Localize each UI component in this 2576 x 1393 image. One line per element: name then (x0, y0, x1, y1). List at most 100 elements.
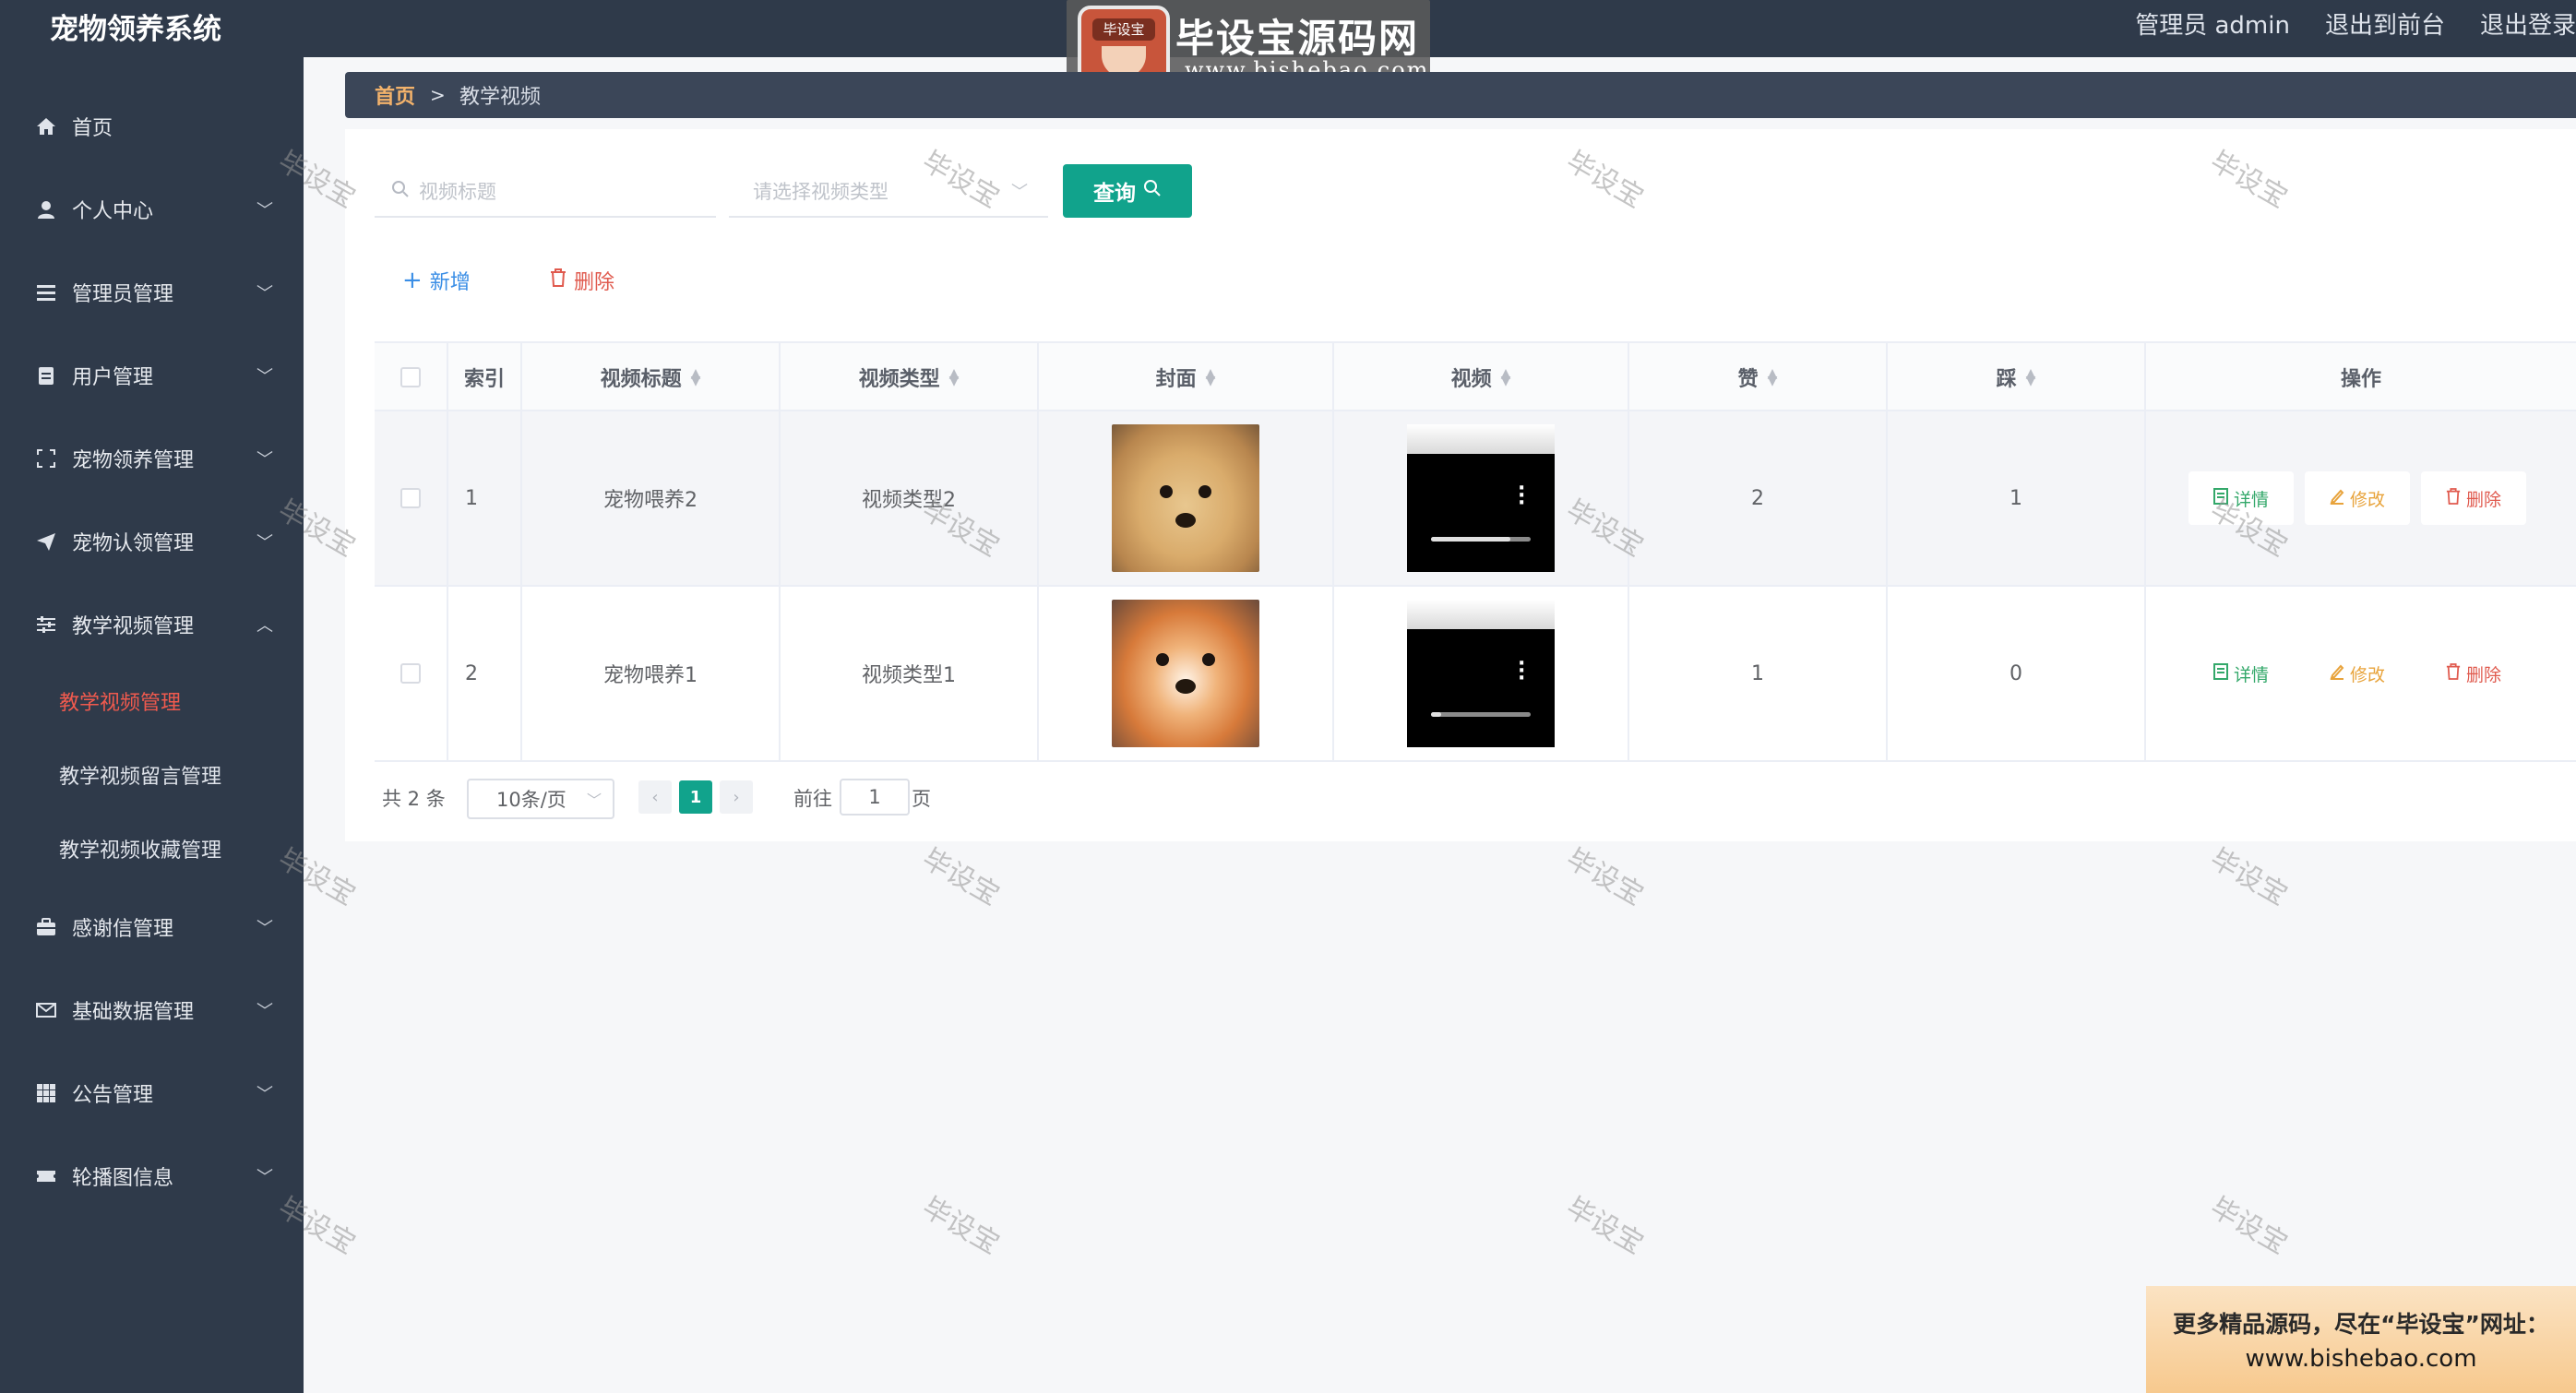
sidebar-subitem-label: 教学视频管理 (59, 692, 182, 715)
video-player[interactable]: · · · (1407, 424, 1555, 572)
more-options-icon[interactable]: · · · (1518, 654, 1525, 689)
detail-button[interactable]: 详情 (2188, 647, 2294, 700)
edit-button[interactable]: 修改 (2305, 647, 2410, 700)
chevron-up-icon: ︿ (256, 616, 273, 636)
breadcrumb: 首页 > 教学视频 (345, 72, 2576, 118)
video-cell: · · · (1334, 411, 1629, 585)
header-operations: 操作 (2340, 368, 2381, 391)
more-options-icon[interactable]: · · · (1518, 479, 1525, 514)
sidebar-item-admins[interactable]: 管理员管理 ﹀ (0, 265, 304, 320)
title-cell: 宠物喂养1 (522, 587, 781, 760)
video-progress-fill (1431, 712, 1441, 717)
mail-icon (35, 999, 57, 1021)
cover-image[interactable] (1112, 600, 1259, 747)
prev-page-button[interactable]: ‹ (638, 780, 672, 814)
breadcrumb-separator: > (430, 84, 446, 106)
sidebar-item-label: 公告管理 (72, 1084, 154, 1107)
sidebar-item-profile[interactable]: 个人中心 ﹀ (0, 182, 304, 237)
sort-icon: ▲ ▼ (1205, 366, 1216, 388)
eye-shape (1156, 653, 1169, 666)
sidebar-item-label: 首页 (72, 117, 113, 140)
sidebar-subitem-videos[interactable]: 教学视频管理 (0, 675, 304, 727)
goto-page-input[interactable] (840, 779, 910, 816)
header-cover[interactable]: 封面 ▲ ▼ (1039, 343, 1334, 411)
page-number-button[interactable]: 1 (679, 780, 712, 814)
sidebar-subitem-video-comments[interactable]: 教学视频留言管理 (0, 749, 304, 801)
sidebar-item-label: 教学视频管理 (72, 615, 195, 638)
batch-delete-button[interactable]: 删除 (550, 262, 614, 299)
table-row: 1 宠物喂养2 视频类型2 · · · 2 1 详情 修改 删除 (375, 411, 2576, 587)
sidebar-item-home[interactable]: 首页 (0, 99, 304, 154)
sidebar: 首页 个人中心 ﹀ 管理员管理 ﹀ 用户管理 ﹀ 宠物领养管理 ﹀ 宠物认领管理… (0, 57, 304, 1393)
row-checkbox[interactable] (400, 488, 421, 508)
plus-icon: + (402, 267, 423, 294)
add-button[interactable]: + 新增 (402, 262, 471, 299)
video-cell: · · · (1334, 587, 1629, 760)
breadcrumb-home-link[interactable]: 首页 (375, 80, 415, 110)
sidebar-subitem-label: 教学视频收藏管理 (59, 839, 222, 863)
sidebar-item-label: 管理员管理 (72, 283, 174, 306)
watermark-text: 毕设宝 (916, 842, 1005, 912)
chevron-down-icon: ﹀ (587, 792, 602, 809)
breadcrumb-current: 教学视频 (459, 86, 542, 109)
detail-button[interactable]: 详情 (2188, 471, 2294, 525)
eye-shape (1202, 653, 1215, 666)
video-player[interactable]: · · · (1407, 600, 1555, 747)
sidebar-item-base-data[interactable]: 基础数据管理 ﹀ (0, 982, 304, 1038)
delete-button[interactable]: 删除 (2421, 647, 2526, 700)
sidebar-subitem-video-favorites[interactable]: 教学视频收藏管理 (0, 823, 304, 875)
watermark-text: 毕设宝 (2204, 842, 2293, 912)
page-size-select[interactable]: 10条/页 ﹀ (467, 779, 614, 819)
trash-icon (2446, 487, 2461, 509)
chevron-down-icon: ﹀ (256, 533, 273, 553)
edit-button[interactable]: 修改 (2305, 471, 2410, 525)
row-checkbox[interactable] (400, 663, 421, 684)
to-frontend-link[interactable]: 退出到前台 (2325, 6, 2445, 41)
chevron-down-icon: ﹀ (1011, 183, 1028, 202)
sidebar-item-videos[interactable]: 教学视频管理 ︿ (0, 597, 304, 652)
sort-icon: ▲ ▼ (2025, 366, 2036, 388)
sidebar-item-adoption[interactable]: 宠物领养管理 ﹀ (0, 431, 304, 486)
header-title[interactable]: 视频标题 ▲ ▼ (522, 343, 781, 411)
index-cell: 1 (448, 411, 522, 585)
header-video[interactable]: 视频 ▲ ▼ (1334, 343, 1629, 411)
sidebar-item-claim[interactable]: 宠物认领管理 ﹀ (0, 514, 304, 569)
operations-cell: 详情 修改 删除 (2146, 411, 2576, 585)
title-search-input[interactable] (419, 175, 696, 208)
eye-shape (1160, 485, 1173, 498)
sidebar-item-users[interactable]: 用户管理 ﹀ (0, 348, 304, 403)
sidebar-item-thanks-letters[interactable]: 感谢信管理 ﹀ (0, 899, 304, 955)
search-icon (1143, 179, 1162, 203)
nose-shape (1175, 679, 1196, 694)
goto-label: 前往 (793, 788, 832, 810)
video-progress-track[interactable] (1431, 712, 1531, 717)
sidebar-item-carousel[interactable]: 轮播图信息 ﹀ (0, 1149, 304, 1204)
cover-image[interactable] (1112, 424, 1259, 572)
delete-button[interactable]: 删除 (2421, 471, 2526, 525)
pencil-icon (2330, 663, 2344, 685)
dislikes-cell: 1 (1888, 411, 2146, 585)
header-type[interactable]: 视频类型 ▲ ▼ (781, 343, 1039, 411)
logo-emblem-text: 毕设宝 (1092, 18, 1155, 41)
video-type-select[interactable]: 请选择视频类型 ﹀ (729, 166, 1048, 218)
next-page-button[interactable]: › (720, 780, 753, 814)
watermark-text: 毕设宝 (916, 1191, 1005, 1261)
select-all-checkbox[interactable] (400, 367, 421, 387)
eye-shape (1199, 485, 1211, 498)
cover-cell (1039, 587, 1334, 760)
sliders-icon (35, 613, 57, 636)
sidebar-item-notices[interactable]: 公告管理 ﹀ (0, 1066, 304, 1121)
sidebar-item-label: 基础数据管理 (72, 1001, 195, 1024)
header-likes[interactable]: 赞 ▲ ▼ (1629, 343, 1888, 411)
operations-cell: 详情 修改 删除 (2146, 587, 2576, 760)
query-button[interactable]: 查询 (1063, 164, 1192, 218)
header-dislikes[interactable]: 踩 ▲ ▼ (1888, 343, 2146, 411)
sidebar-item-label: 个人中心 (72, 200, 154, 223)
send-icon (35, 530, 57, 553)
frame-icon (35, 447, 57, 470)
pencil-icon (2330, 488, 2344, 509)
add-button-label: 新增 (429, 271, 471, 294)
logout-link[interactable]: 退出登录 (2480, 6, 2576, 41)
clipboard-icon (35, 364, 57, 387)
chevron-down-icon: ﹀ (256, 1002, 273, 1021)
